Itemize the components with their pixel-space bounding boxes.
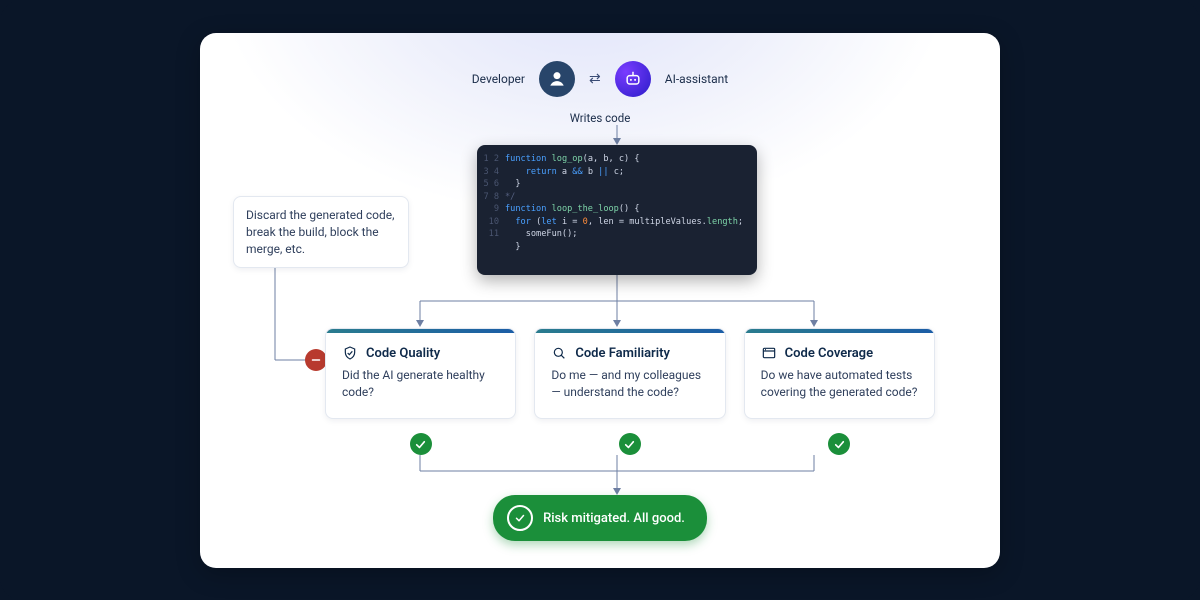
shield-check-icon (342, 345, 358, 361)
discard-box: Discard the generated code, break the bu… (233, 196, 409, 268)
code-body: function log_op(a, b, c) { return a && b… (505, 153, 749, 267)
diagram-card: Developer ⇄ AI-assistant Writes code 1 2… (200, 33, 1000, 568)
check-icon (410, 433, 432, 455)
bot-icon (615, 61, 651, 97)
card-question: Do me — and my colleagues — understand t… (551, 367, 708, 402)
card-question: Did the AI generate healthy code? (342, 367, 499, 402)
writes-code-label: Writes code (200, 111, 1000, 125)
check-icon (619, 433, 641, 455)
check-icon (828, 433, 850, 455)
criteria-row: Code Quality Did the AI generate healthy… (325, 328, 935, 419)
card-code-familiarity: Code Familiarity Do me — and my colleagu… (534, 328, 725, 419)
assistant-label: AI-assistant (665, 72, 728, 86)
result-text: Risk mitigated. All good. (543, 511, 685, 526)
check-ring-icon (507, 505, 533, 531)
search-icon (551, 345, 567, 361)
card-question: Do we have automated tests covering the … (761, 367, 918, 402)
developer-label: Developer (472, 72, 525, 86)
swap-arrows-icon: ⇄ (589, 74, 601, 84)
browser-icon (761, 345, 777, 361)
code-block: 1 2 3 4 5 6 7 8 9 10 11 function log_op(… (477, 145, 757, 275)
card-title: Code Coverage (785, 346, 873, 361)
user-icon (539, 61, 575, 97)
code-gutter: 1 2 3 4 5 6 7 8 9 10 11 (481, 153, 505, 267)
card-title: Code Quality (366, 346, 440, 361)
minus-icon (305, 349, 327, 371)
discard-text: Discard the generated code, break the bu… (246, 208, 394, 256)
card-code-coverage: Code Coverage Do we have automated tests… (744, 328, 935, 419)
card-code-quality: Code Quality Did the AI generate healthy… (325, 328, 516, 419)
card-title: Code Familiarity (575, 346, 670, 361)
result-pill: Risk mitigated. All good. (493, 495, 707, 541)
check-badges (325, 433, 935, 455)
